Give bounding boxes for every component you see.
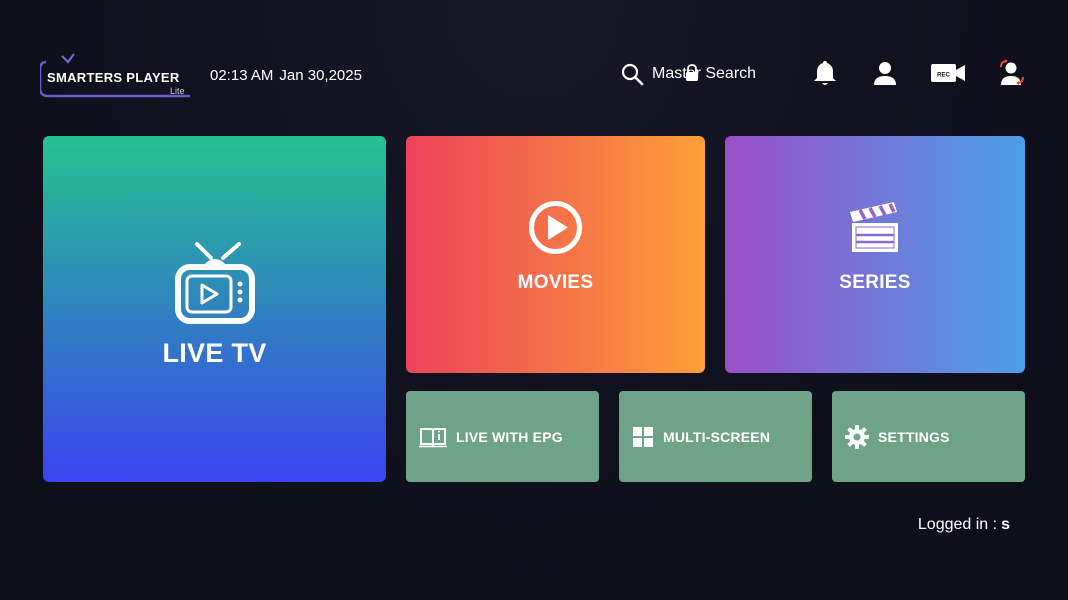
epg-book-icon bbox=[419, 427, 447, 447]
multi-screen-label: MULTI-SCREEN bbox=[663, 428, 771, 445]
lock-icon bbox=[686, 64, 698, 81]
date-time: 02:13 AM Jan 30,2025 bbox=[210, 67, 362, 84]
live-with-epg-tile[interactable]: LIVE WITH EPG bbox=[406, 391, 599, 482]
series-tile[interactable]: SERIES bbox=[725, 136, 1025, 373]
top-bar: SMARTERS PLAYER Lite 02:13 AM Jan 30,2025… bbox=[0, 0, 1068, 130]
switch-user-icon[interactable] bbox=[997, 58, 1027, 88]
rec-label: REC bbox=[937, 73, 950, 79]
logo-subtitle: Lite bbox=[170, 86, 185, 96]
master-search-label: Master Search bbox=[652, 65, 757, 82]
settings-tile[interactable]: SETTINGS bbox=[832, 391, 1025, 482]
clapperboard-icon bbox=[850, 202, 898, 252]
movies-tile[interactable]: MOVIES bbox=[406, 136, 705, 373]
movies-label: MOVIES bbox=[517, 272, 594, 293]
search-icon bbox=[621, 63, 644, 86]
record-button[interactable]: REC bbox=[930, 58, 966, 88]
settings-label: SETTINGS bbox=[878, 428, 950, 445]
logged-in-label: Logged in : bbox=[917, 516, 998, 533]
play-circle-icon bbox=[529, 201, 582, 254]
user-icon[interactable] bbox=[870, 58, 900, 88]
logged-in-username: s bbox=[1001, 516, 1010, 533]
app-logo: SMARTERS PLAYER Lite bbox=[40, 48, 200, 98]
rec-camera-icon: REC bbox=[931, 64, 965, 82]
current-time: 02:13 AM bbox=[210, 67, 274, 84]
gear-icon bbox=[845, 424, 869, 449]
live-tv-label: LIVE TV bbox=[162, 338, 267, 368]
tv-icon bbox=[175, 242, 255, 324]
logo-title: SMARTERS PLAYER bbox=[47, 70, 180, 85]
live-tv-tile[interactable]: LIVE TV bbox=[43, 136, 386, 482]
logged-in-status: Logged in :s bbox=[918, 516, 1010, 534]
live-with-epg-label: LIVE WITH EPG bbox=[456, 428, 563, 445]
bell-icon[interactable] bbox=[810, 58, 840, 88]
grid-icon bbox=[633, 426, 653, 447]
multi-screen-tile[interactable]: MULTI-SCREEN bbox=[619, 391, 812, 482]
series-label: SERIES bbox=[839, 272, 911, 293]
current-date: Jan 30,2025 bbox=[279, 67, 362, 84]
